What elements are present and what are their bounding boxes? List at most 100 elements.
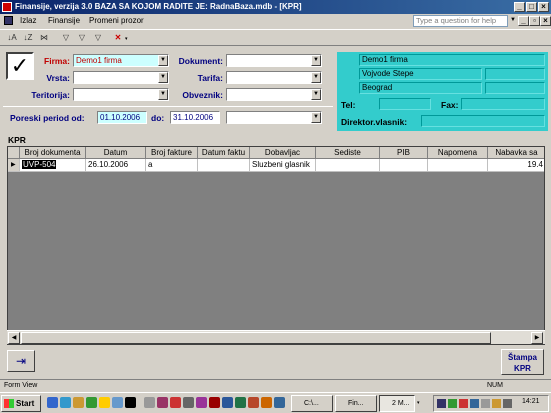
sort-descending-icon[interactable]: ↓Z	[22, 33, 34, 43]
teritorija-combo[interactable]	[73, 88, 169, 101]
powerpoint-icon[interactable]	[248, 397, 259, 408]
remove-filter-icon[interactable]: ▽	[92, 33, 104, 43]
obveznik-dropdown-button[interactable]: ▼	[311, 89, 321, 100]
sort-ascending-icon[interactable]: ↓A	[6, 33, 18, 43]
stampa-kpr-button[interactable]: Štampa KPR	[501, 349, 544, 375]
cell-broj-dokumenta[interactable]: UVP-504	[20, 159, 86, 172]
quicklaunch-icon-18[interactable]	[274, 397, 285, 408]
child-minimize-button[interactable]: _	[518, 16, 529, 26]
exit-door-button[interactable]: ⇥	[7, 350, 35, 372]
task-explorer[interactable]: C:\...	[291, 395, 333, 412]
period-dropdown-button[interactable]: ▼	[311, 112, 321, 123]
tray-icon-2[interactable]	[448, 399, 457, 408]
col-napomena[interactable]: Napomena	[428, 147, 488, 159]
col-nabavka[interactable]: Nabavka sa	[488, 147, 544, 159]
access-icon[interactable]	[209, 397, 220, 408]
delete-icon[interactable]: ✕	[112, 33, 124, 43]
maximize-button[interactable]: □	[526, 2, 537, 12]
scroll-thumb[interactable]	[21, 332, 491, 344]
quicklaunch-icon-4[interactable]	[86, 397, 97, 408]
scroll-left-button[interactable]: ◀	[8, 332, 20, 344]
vrsta-dropdown-button[interactable]: ▼	[158, 72, 168, 83]
speaker-icon[interactable]	[503, 399, 512, 408]
quicklaunch-icon-17[interactable]	[261, 397, 272, 408]
tray-icon-4[interactable]	[470, 399, 479, 408]
col-datum[interactable]: Datum	[86, 147, 146, 159]
tray-icon-6[interactable]	[492, 399, 501, 408]
quicklaunch-icon-11[interactable]	[183, 397, 194, 408]
child-restore-button[interactable]: ▫	[529, 16, 540, 26]
cell-pib[interactable]	[380, 159, 428, 172]
row-selector-header[interactable]	[8, 147, 20, 159]
quicklaunch-icon-5[interactable]	[99, 397, 110, 408]
tarifa-dropdown-button[interactable]: ▼	[311, 72, 321, 83]
tarifa-label: Tarifa:	[197, 73, 223, 83]
filter-form-icon[interactable]: ▽	[60, 33, 72, 43]
cell-broj-fakture[interactable]: a	[146, 159, 198, 172]
firma-dropdown-button[interactable]: ▼	[158, 55, 168, 66]
dokument-combo[interactable]	[226, 54, 322, 67]
tray-icon-5[interactable]	[481, 399, 490, 408]
task-finansije[interactable]: Fin...	[335, 395, 377, 412]
horizontal-scrollbar[interactable]: ◀ ▶	[7, 330, 545, 344]
minimize-button[interactable]: _	[514, 2, 525, 12]
cell-datum-fakture[interactable]	[198, 159, 250, 172]
quicklaunch-icon-12[interactable]	[196, 397, 207, 408]
cell-dobavljac[interactable]: Sluzbeni glasnik	[250, 159, 316, 172]
tarifa-combo[interactable]	[226, 71, 322, 84]
quicklaunch-icon-9[interactable]	[157, 397, 168, 408]
col-dobavljac[interactable]: Dobavljac	[250, 147, 316, 159]
quicklaunch-icon-3[interactable]	[73, 397, 84, 408]
menu-izlaz[interactable]: Izlaz	[20, 16, 36, 25]
quicklaunch-icon-10[interactable]	[170, 397, 181, 408]
cell-nabavka[interactable]: 19.4	[488, 159, 544, 172]
table-row[interactable]: ▶ UVP-504 26.10.2006 a Sluzbeni glasnik …	[8, 159, 544, 172]
col-broj-dokumenta[interactable]: Broj dokumenta	[20, 147, 86, 159]
confirm-check-button[interactable]: ✓	[6, 52, 34, 80]
child-close-button[interactable]: ×	[540, 16, 551, 26]
menu-bar: Izlaz Finansije Promeni prozor Type a qu…	[0, 14, 551, 28]
vrsta-combo[interactable]	[73, 71, 169, 84]
close-button[interactable]: ×	[538, 2, 549, 12]
toolbar-dropdown-icon[interactable]: ▾	[125, 36, 128, 42]
fax-label: Fax:	[441, 100, 459, 110]
system-tray: 14:21	[433, 395, 549, 412]
col-sediste[interactable]: Sediste	[316, 147, 380, 159]
quicklaunch-icon-2[interactable]	[60, 397, 71, 408]
scroll-right-button[interactable]: ▶	[531, 332, 543, 344]
col-broj-fakture[interactable]: Broj fakture	[146, 147, 198, 159]
help-search-input[interactable]: Type a question for help	[413, 15, 508, 27]
col-pib[interactable]: PIB	[380, 147, 428, 159]
firma-combo[interactable]: Demo1 firma	[73, 54, 169, 67]
period-combo[interactable]	[226, 111, 322, 124]
company-city: Beograd	[359, 82, 482, 94]
task-group-dropdown-icon[interactable]: ▾	[417, 400, 420, 406]
excel-icon[interactable]	[235, 397, 246, 408]
help-dropdown-icon[interactable]: ▼	[510, 17, 516, 23]
period-to-label: do:	[151, 113, 165, 123]
dokument-dropdown-button[interactable]: ▼	[311, 55, 321, 66]
cell-datum[interactable]: 26.10.2006	[86, 159, 146, 172]
cmd-icon[interactable]	[125, 397, 136, 408]
task-group[interactable]: 2 M...	[379, 395, 415, 412]
ie-icon[interactable]	[47, 397, 58, 408]
period-from-input[interactable]: 01.10.2006	[97, 111, 147, 124]
teritorija-dropdown-button[interactable]: ▼	[158, 89, 168, 100]
form-icon[interactable]	[4, 16, 13, 25]
word-icon[interactable]	[222, 397, 233, 408]
quicklaunch-icon-6[interactable]	[112, 397, 123, 408]
quicklaunch-icon-8[interactable]	[144, 397, 155, 408]
period-to-input[interactable]: 31.10.2006	[170, 111, 220, 124]
menu-finansije[interactable]: Finansije	[48, 16, 80, 25]
menu-promeni-prozor[interactable]: Promeni prozor	[89, 16, 144, 25]
row-selector[interactable]: ▶	[8, 159, 20, 172]
tray-icon-1[interactable]	[437, 399, 446, 408]
apply-filter-icon[interactable]: ▽	[76, 33, 88, 43]
cell-sediste[interactable]	[316, 159, 380, 172]
filter-selection-icon[interactable]: ⋈	[38, 33, 50, 43]
start-button[interactable]: Start	[1, 395, 41, 412]
col-datum-fakture[interactable]: Datum faktu	[198, 147, 250, 159]
tray-icon-3[interactable]	[459, 399, 468, 408]
obveznik-combo[interactable]	[226, 88, 322, 101]
cell-napomena[interactable]	[428, 159, 488, 172]
